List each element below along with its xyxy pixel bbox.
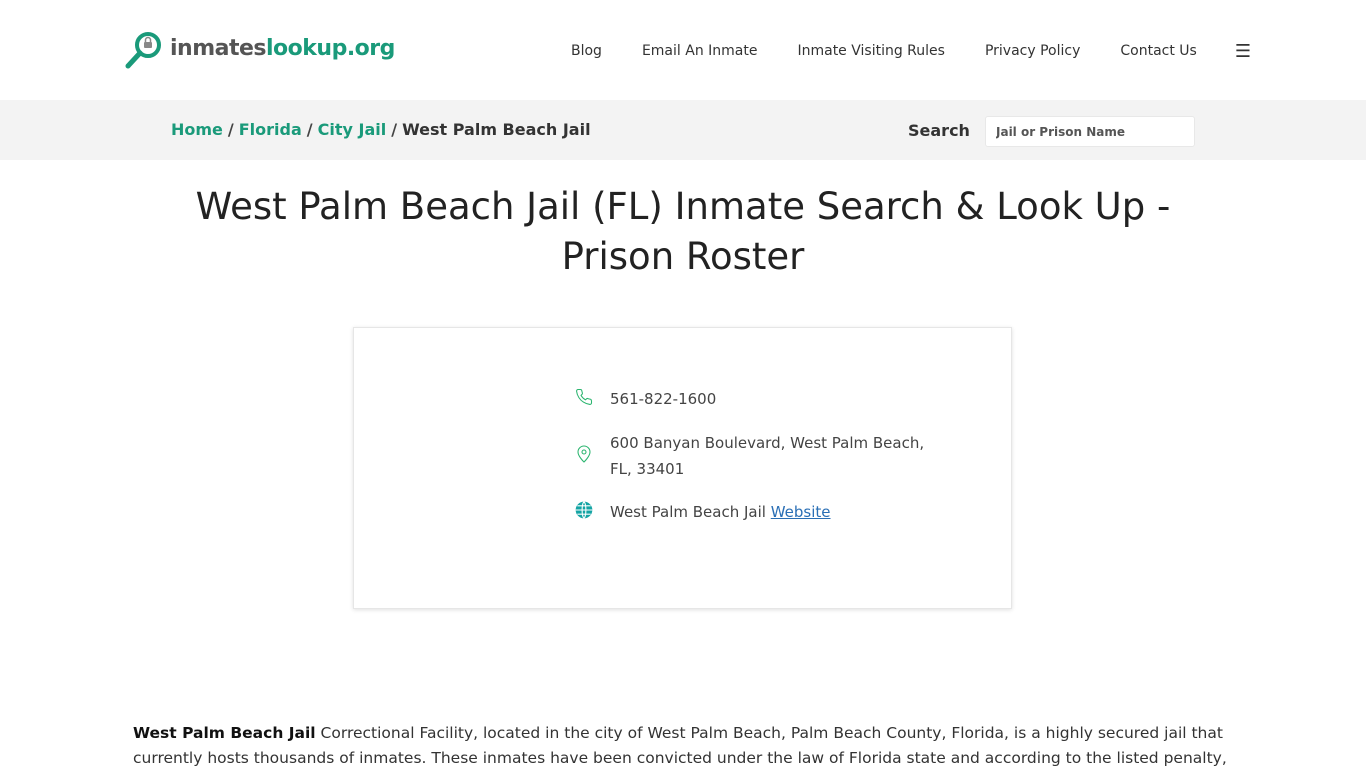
nav-inmate-visiting-rules[interactable]: Inmate Visiting Rules <box>797 43 944 59</box>
breadcrumb: Home / Florida / City Jail / West Palm Beach J… <box>171 120 591 139</box>
nav-contact-us[interactable]: Contact Us <box>1120 43 1196 59</box>
breadcrumb-separator: / <box>306 120 313 139</box>
hamburger-icon[interactable]: ☰ <box>1235 41 1251 62</box>
phone-row: 561-822-1600 <box>574 386 716 412</box>
search-input[interactable] <box>985 116 1195 147</box>
site-logo[interactable]: inmateslookup.org <box>124 30 395 72</box>
breadcrumb-florida[interactable]: Florida <box>239 120 302 139</box>
nav-privacy-policy[interactable]: Privacy Policy <box>985 43 1080 59</box>
breadcrumb-home[interactable]: Home <box>171 120 223 139</box>
breadcrumb-bar: Home / Florida / City Jail / West Palm Beach J… <box>0 100 1366 160</box>
contact-card: 561-822-1600 600 Banyan Boulevard, West … <box>353 327 1012 609</box>
website-prefix: West Palm Beach Jail <box>610 503 766 521</box>
magnifier-logo-icon <box>125 32 161 69</box>
phone-number[interactable]: 561-822-1600 <box>610 386 716 412</box>
address: 600 Banyan Boulevard, West Palm Beach, F… <box>610 434 925 478</box>
phone-icon <box>574 387 594 407</box>
map-pin-icon <box>574 444 594 464</box>
nav-blog[interactable]: Blog <box>571 43 602 59</box>
page-title: West Palm Beach Jail (FL) Inmate Search … <box>195 185 1171 278</box>
logo-text: inmateslookup.org <box>170 35 395 61</box>
intro-lead: West Palm Beach Jail <box>133 724 316 742</box>
breadcrumb-current: West Palm Beach Jail <box>402 120 591 139</box>
website-link[interactable]: Website <box>771 503 831 521</box>
intro-paragraph: West Palm Beach Jail Correctional Facili… <box>133 721 1233 768</box>
website-text: West Palm Beach Jail Website <box>610 499 831 525</box>
nav-email-an-inmate[interactable]: Email An Inmate <box>642 43 758 59</box>
site-header: inmateslookup.org Blog Email An Inmate I… <box>0 0 1366 100</box>
website-row: West Palm Beach Jail Website <box>574 499 831 525</box>
breadcrumb-separator: / <box>391 120 398 139</box>
globe-icon <box>574 500 594 520</box>
breadcrumb-separator: / <box>227 120 234 139</box>
main-nav: Blog Email An Inmate Inmate Visiting Rul… <box>571 39 1251 63</box>
search-label: Search <box>908 121 970 140</box>
breadcrumb-city-jail[interactable]: City Jail <box>318 120 387 139</box>
address-row: 600 Banyan Boulevard, West Palm Beach, F… <box>574 430 930 482</box>
